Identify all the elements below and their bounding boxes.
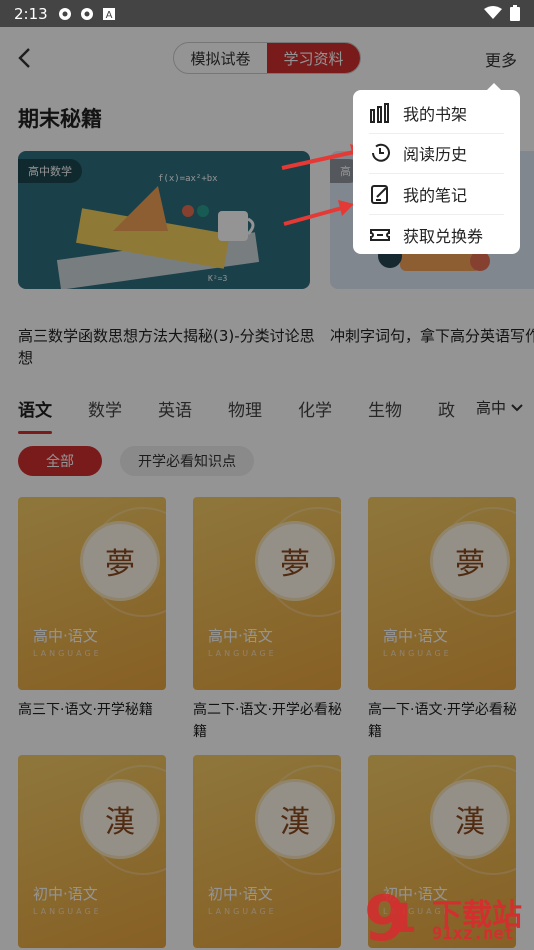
more-dropdown-menu: 我的书架 阅读历史 我的笔记 获取兑换券 [353, 83, 520, 256]
menu-item-label: 我的书架 [403, 104, 468, 124]
history-icon [372, 144, 390, 162]
menu-item-get-coupon[interactable]: 获取兑换券 [369, 215, 504, 256]
svg-text:A: A [105, 10, 112, 21]
menu-item-reading-history[interactable]: 阅读历史 [369, 134, 504, 174]
menu-item-label: 获取兑换券 [403, 226, 484, 246]
svg-text:1: 1 [389, 896, 417, 942]
menu-item-my-notes[interactable]: 我的笔记 [369, 174, 504, 215]
wifi-icon [484, 6, 502, 19]
app-notification-icon-2 [80, 7, 93, 20]
menu-item-label: 我的笔记 [403, 185, 468, 205]
bookshelf-icon [370, 102, 389, 123]
app-notification-icon [58, 7, 71, 20]
coupon-icon [370, 228, 390, 241]
status-time: 2:13 [14, 4, 48, 23]
menu-item-bookshelf[interactable]: 我的书架 [369, 93, 504, 134]
a-notification-icon: A [102, 7, 115, 21]
status-bar: 2:13 A [0, 0, 534, 27]
menu-item-label: 阅读历史 [403, 145, 468, 165]
notes-icon [371, 184, 388, 204]
watermark-url: 91xz.net [432, 924, 514, 944]
battery-icon [510, 5, 520, 21]
